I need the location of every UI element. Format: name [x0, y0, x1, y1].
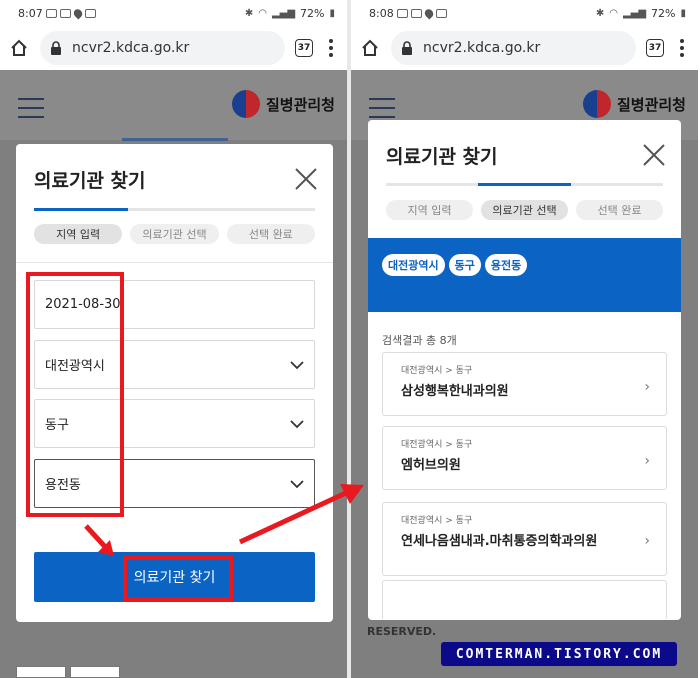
- status-time: 8:08: [369, 6, 394, 20]
- result-name: 엠허브의원: [401, 458, 461, 473]
- logo-text: 질병관리청: [265, 95, 335, 114]
- hamburger-menu-icon[interactable]: [18, 98, 44, 125]
- battery-icon: ▮: [680, 7, 686, 19]
- result-item-partial[interactable]: [382, 580, 667, 620]
- region-chips: 대전광역시 동구 용전동: [382, 254, 528, 276]
- chevron-right-icon: ›: [644, 533, 650, 549]
- address-bar[interactable]: ncvr2.kdca.go.kr: [40, 31, 285, 65]
- result-region: 대전광역시 > 동구: [401, 366, 473, 376]
- wifi-icon: ◠: [258, 7, 267, 19]
- battery-level: 72%: [300, 6, 325, 20]
- step-indicator: 지역 입력 의료기관 선택 선택 완료: [386, 200, 663, 220]
- annotation-arrow-right: [238, 484, 364, 545]
- message-icon: [410, 8, 422, 18]
- chip-district: 동구: [448, 254, 481, 276]
- footer-badges: [16, 666, 120, 678]
- notification-icon: [435, 8, 447, 18]
- message-icon: [59, 8, 71, 18]
- result-name: 연세나음샘내과.마취통증의학과의원: [401, 534, 598, 549]
- progress-bar: [386, 183, 663, 186]
- url-text: ncvr2.kdca.go.kr: [72, 40, 190, 56]
- chip-dong: 용전동: [484, 254, 528, 276]
- wifi-icon: ◠: [609, 7, 618, 19]
- address-bar[interactable]: ncvr2.kdca.go.kr: [391, 31, 636, 65]
- bluetooth-icon: ✱: [244, 7, 254, 19]
- annotation-box-fields: [26, 272, 124, 517]
- gallery-icon: [396, 8, 408, 18]
- find-clinic-modal: 의료기관 찾기 지역 입력 의료기관 선택 선택 완료 대전광역시 동구 용전동…: [368, 120, 681, 620]
- close-icon[interactable]: [293, 166, 319, 192]
- step-complete: 선택 완료: [576, 200, 663, 220]
- kdca-emblem-icon: [582, 90, 611, 118]
- url-text: ncvr2.kdca.go.kr: [423, 40, 541, 56]
- chevron-down-icon: [290, 360, 304, 369]
- browser-toolbar: ncvr2.kdca.go.kr 37: [0, 26, 347, 70]
- more-menu-icon[interactable]: [323, 39, 339, 57]
- location-icon: [71, 6, 84, 20]
- site-logo[interactable]: 질병관리청: [231, 90, 335, 118]
- chevron-right-icon: ›: [644, 453, 650, 469]
- site-logo[interactable]: 질병관리청: [582, 90, 686, 118]
- chip-city: 대전광역시: [382, 254, 445, 276]
- selected-region-band: 대전광역시 동구 용전동: [368, 238, 681, 312]
- result-item[interactable]: 대전광역시 > 동구 삼성행복한내과의원 ›: [382, 352, 667, 416]
- annotation-arrow-down: [84, 524, 114, 556]
- site-header: 질병관리청: [0, 70, 347, 141]
- status-bar: 8:08 ✱ ◠ ▂▄▆ 72% ▮: [351, 0, 698, 26]
- annotation-box-button: [123, 556, 233, 601]
- progress-bar: [34, 208, 315, 211]
- modal-title: 의료기관 찾기: [386, 146, 498, 168]
- home-icon[interactable]: [8, 37, 30, 59]
- right-screenshot: 8:08 ✱ ◠ ▂▄▆ 72% ▮ ncvr2.kdca.go.kr 37 질…: [351, 0, 698, 678]
- lock-icon: [401, 40, 415, 56]
- status-bar: 8:07 ✱ ◠ ▂▄▆ 72% ▮: [0, 0, 347, 26]
- result-item[interactable]: 대전광역시 > 동구 연세나음샘내과.마취통증의학과의원 ›: [382, 502, 667, 576]
- modal-title: 의료기관 찾기: [34, 170, 146, 192]
- browser-toolbar: ncvr2.kdca.go.kr 37: [351, 26, 698, 70]
- result-item[interactable]: 대전광역시 > 동구 엠허브의원 ›: [382, 426, 667, 490]
- step-clinic-select: 의료기관 선택: [130, 224, 219, 244]
- kdca-emblem-icon: [231, 90, 260, 118]
- step-complete: 선택 완료: [226, 224, 315, 244]
- gallery-icon: [45, 8, 57, 18]
- watermark: COMTERMAN.TISTORY.COM: [441, 642, 677, 666]
- result-region: 대전광역시 > 동구: [401, 516, 473, 526]
- step-region-input: 지역 입력: [34, 224, 123, 244]
- home-icon[interactable]: [359, 37, 381, 59]
- signal-icon: ▂▄▆: [622, 7, 647, 19]
- footer-text: RESERVED.: [367, 625, 437, 638]
- chevron-down-icon: [290, 419, 304, 428]
- signal-icon: ▂▄▆: [271, 7, 296, 19]
- status-time: 8:07: [18, 6, 43, 20]
- result-name: 삼성행복한내과의원: [401, 384, 509, 399]
- tab-switcher-button[interactable]: 37: [646, 39, 664, 57]
- result-region: 대전광역시 > 동구: [401, 440, 473, 450]
- lock-icon: [50, 40, 64, 56]
- battery-icon: ▮: [329, 7, 335, 19]
- step-clinic-select: 의료기관 선택: [481, 200, 568, 220]
- tab-switcher-button[interactable]: 37: [295, 39, 313, 57]
- close-icon[interactable]: [641, 142, 667, 168]
- more-menu-icon[interactable]: [674, 39, 690, 57]
- result-count: 검색결과 총 8개: [382, 334, 457, 347]
- location-icon: [422, 6, 435, 20]
- battery-level: 72%: [651, 6, 676, 20]
- step-region-input: 지역 입력: [386, 200, 473, 220]
- step-indicator: 지역 입력 의료기관 선택 선택 완료: [34, 224, 315, 244]
- logo-text: 질병관리청: [616, 95, 686, 114]
- chevron-right-icon: ›: [644, 379, 650, 395]
- notification-icon: [84, 8, 96, 18]
- bluetooth-icon: ✱: [595, 7, 605, 19]
